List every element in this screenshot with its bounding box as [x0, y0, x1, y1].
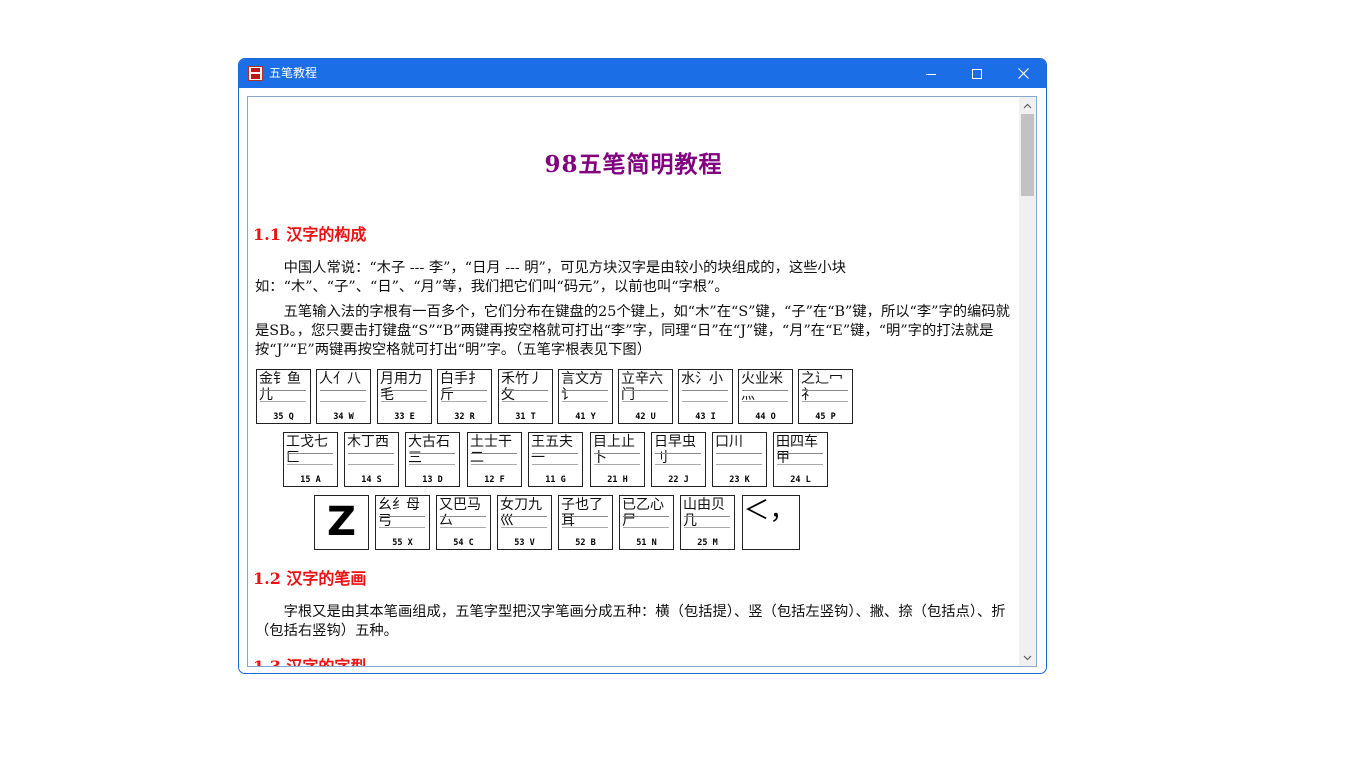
key-g: 王五夫一 11 G — [528, 432, 583, 487]
key-k: 口川 23 K — [712, 432, 767, 487]
paragraph-1-1-b: 五笔输入法的字根有一百多个，它们分布在键盘的25个键上，如“木”在“S”键，“子… — [255, 304, 1010, 358]
scroll-up-arrow-icon — [1023, 103, 1032, 108]
key-z: Z — [314, 495, 369, 550]
scrollbar-thumb[interactable] — [1021, 114, 1034, 196]
key-u: 立辛六门 42 U — [618, 369, 673, 424]
tutorial-content: 98五笔简明教程 1.1 汉字的构成 中国人常说：“木子 --- 李”，“日月 … — [248, 97, 1019, 666]
key-i: 水氵小 43 I — [678, 369, 733, 424]
key-o: 火业米灬 44 O — [738, 369, 793, 424]
window-title: 五笔教程 — [269, 66, 318, 80]
maximize-button[interactable] — [954, 59, 1000, 88]
scroll-down-button[interactable] — [1019, 649, 1036, 666]
key-s: 木丁西 14 S — [344, 432, 399, 487]
section-heading-1-1: 1.1 汉字的构成 — [253, 225, 367, 244]
key-p: 之辶冖礻 45 P — [798, 369, 853, 424]
scroll-up-button[interactable] — [1019, 97, 1036, 114]
paragraph-1-1-a: 中国人常说：“木子 --- 李”，“日月 --- 明”，可见方块汉字是由较小的块… — [255, 260, 847, 295]
key-r: 白手扌斤 32 R — [437, 369, 492, 424]
key-l: 田四车甲 24 L — [773, 432, 828, 487]
key-h: 目上止卜 21 H — [590, 432, 645, 487]
key-d: 大古石三 13 D — [405, 432, 460, 487]
key-a: 工戈七匚 15 A — [283, 432, 338, 487]
key-y: 言文方讠 41 Y — [558, 369, 613, 424]
app-window: 五笔教程 98五笔简明教程 1.1 汉字的构成 中国人常说：“木子 --- 李”… — [238, 58, 1047, 674]
key-c: 又巴马厶 54 C — [436, 495, 491, 550]
key-t: 禾竹丿攵 31 T — [498, 369, 553, 424]
section-heading-1-3: 1.3 汉字的字型 — [253, 653, 366, 666]
section-heading-1-2: 1.2 汉字的笔画 — [253, 569, 367, 588]
wubi-radical-keyboard: 金钅鱼儿 35 Q 人亻八 34 W 月用力毛 33 E 白手扌斤 32 R 禾竹丿攵 3… — [248, 367, 1019, 553]
key-w: 人亻八 34 W — [316, 369, 371, 424]
key-n: 已乙心尸 51 N — [619, 495, 674, 550]
key-x: 幺纟母弓 55 X — [375, 495, 430, 550]
vertical-scrollbar[interactable] — [1019, 97, 1036, 666]
key-b: 子也了耳 52 B — [558, 495, 613, 550]
key-q: 金钅鱼儿 35 Q — [256, 369, 311, 424]
title-bar[interactable]: 五笔教程 — [239, 59, 1046, 88]
maximize-icon — [972, 68, 982, 79]
key-e: 月用力毛 33 E — [377, 369, 432, 424]
scroll-down-arrow-icon — [1023, 655, 1032, 660]
minimize-button[interactable] — [908, 59, 954, 88]
page-title: 98五笔简明教程 — [544, 151, 723, 178]
minimize-icon — [926, 73, 936, 75]
tutorial-view[interactable]: 98五笔简明教程 1.1 汉字的构成 中国人常说：“木子 --- 李”，“日月 … — [247, 96, 1037, 667]
wubi-app-icon[interactable] — [248, 66, 263, 81]
paragraph-1-2: 字根又是由其本笔画组成，五笔字型把汉字笔画分成五种：横（包括提）、竖（包括左竖钩… — [255, 604, 1006, 639]
close-icon — [1017, 68, 1029, 79]
key-m: 山由贝几 25 M — [680, 495, 735, 550]
key-f: 土士干二 12 F — [467, 432, 522, 487]
close-button[interactable] — [1000, 59, 1046, 88]
key-j: 日早虫刂 22 J — [651, 432, 706, 487]
key-v: 女刀九巛 53 V — [497, 495, 552, 550]
key-comma: ＜， — [742, 495, 800, 550]
